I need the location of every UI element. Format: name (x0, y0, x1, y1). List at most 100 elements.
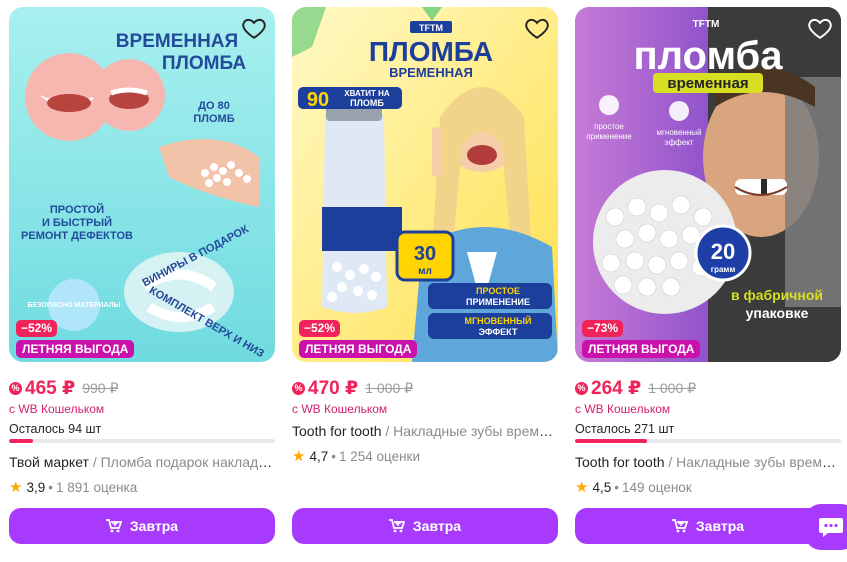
add-to-cart-button[interactable]: Завтра (575, 508, 841, 544)
rating-separator: • (331, 448, 336, 464)
chat-icon (819, 518, 843, 537)
discount-badge: −52% (299, 320, 341, 337)
image-feature-line2: И БЫСТРЫЙ (42, 216, 112, 229)
product-image-art: ВРЕМЕННАЯ ПЛОМБА ДО 80 ПЛОМБ ПРОСТОЙ И Б… (9, 7, 275, 362)
cart-icon (671, 519, 688, 533)
star-icon: ★ (9, 479, 23, 496)
product-category: / Накладные зубы временные (385, 423, 558, 439)
product-card[interactable]: ВРЕМЕННАЯ ПЛОМБА ДО 80 ПЛОМБ ПРОСТОЙ И Б… (9, 7, 275, 562)
brand-name: Твой маркет (9, 454, 89, 470)
chat-button[interactable] (805, 504, 847, 550)
rating-separator: • (48, 479, 53, 495)
rating-value: 4,7 (309, 448, 329, 464)
heart-icon[interactable] (807, 15, 833, 41)
cart-icon (388, 519, 405, 533)
stock-bar-fill (9, 439, 33, 443)
image-pack-line2: упаковке (746, 305, 809, 321)
promo-badge: ЛЕТНЯЯ ВЫГОДА (16, 340, 135, 358)
rating-row: ★ 4,7 • 1 254 оценки (292, 447, 420, 465)
price-row: % 470 ₽ 1 000 ₽ (292, 377, 413, 399)
cart-icon (105, 519, 122, 533)
image-headline: пломба (634, 34, 784, 78)
percent-icon: % (9, 381, 22, 395)
wallet-note: с WB Кошельком (9, 402, 105, 416)
rating-value: 4,5 (592, 479, 612, 495)
product-category: / Накладные зубы временные (668, 454, 841, 470)
percent-icon: % (292, 381, 305, 395)
image-volume-unit: мл (418, 266, 432, 277)
image-headline: ПЛОМБА (369, 36, 493, 67)
image-count-line2: ПЛОМБ (193, 113, 234, 125)
promo-badge: ЛЕТНЯЯ ВЫГОДА (299, 340, 418, 358)
image-headline: ВРЕМЕННАЯ (116, 31, 238, 52)
product-title[interactable]: Tooth for tooth / Накладные зубы временн… (575, 454, 841, 470)
product-title[interactable]: Твой маркет / Пломба подарок накладные (9, 454, 275, 470)
wallet-note: с WB Кошельком (575, 402, 671, 416)
badge-group: −52% ЛЕТНЯЯ ВЫГОДА (16, 319, 135, 358)
product-grid: ВРЕМЕННАЯ ПЛОМБА ДО 80 ПЛОМБ ПРОСТОЙ И Б… (9, 7, 847, 562)
old-price: 990 ₽ (82, 379, 119, 396)
percent-icon: % (575, 381, 588, 395)
price-row: % 264 ₽ 1 000 ₽ (575, 377, 696, 399)
product-image[interactable]: ВРЕМЕННАЯ ПЛОМБА ДО 80 ПЛОМБ ПРОСТОЙ И Б… (9, 7, 275, 362)
brand-name: Tooth for tooth (292, 423, 382, 439)
image-feature1-line2: ПРИМЕНЕНИЕ (466, 297, 530, 307)
promo-badge: ЛЕТНЯЯ ВЫГОДА (582, 340, 701, 358)
discount-badge: −73% (582, 320, 624, 337)
stock-text: Осталось 271 шт (575, 422, 675, 436)
product-image[interactable]: TFTM пломба временная простое применение… (575, 7, 841, 362)
image-pack-line1: в фабричной (731, 287, 823, 303)
old-price: 1 000 ₽ (365, 379, 414, 396)
image-subheadline: ВРЕМЕННАЯ (389, 65, 473, 80)
current-price: 470 ₽ (308, 377, 359, 399)
image-feature-line3: РЕМОНТ ДЕФЕКТОВ (21, 230, 133, 242)
rating-value: 3,9 (26, 479, 46, 495)
reviews-count: 149 оценок (621, 479, 692, 495)
image-count-line1: ДО 80 (198, 100, 230, 112)
image-feature1-line1: простое (594, 122, 624, 131)
stock-bar (575, 439, 841, 443)
image-feature-line1: ПРОСТОЙ (50, 203, 104, 216)
image-feature2-line1: мгновенный (657, 128, 702, 137)
add-to-cart-button[interactable]: Завтра (292, 508, 558, 544)
product-card[interactable]: TFTM пломба временная простое применение… (575, 7, 841, 562)
product-card[interactable]: TFTM ПЛОМБА ВРЕМЕННАЯ 90 ХВАТИТ НА ПЛОМБ… (292, 7, 558, 562)
stock-bar-fill (575, 439, 647, 443)
image-count-line1: ХВАТИТ НА (344, 89, 390, 98)
image-feature2-line2: эффект (665, 138, 694, 147)
badge-group: −73% ЛЕТНЯЯ ВЫГОДА (582, 319, 701, 358)
stock-bar (9, 439, 275, 443)
rating-row: ★ 4,5 • 149 оценок (575, 478, 692, 496)
image-count-line2: ПЛОМБ (350, 98, 384, 108)
star-icon: ★ (575, 479, 589, 496)
image-weight: 20 (711, 239, 735, 264)
product-image[interactable]: TFTM ПЛОМБА ВРЕМЕННАЯ 90 ХВАТИТ НА ПЛОМБ… (292, 7, 558, 362)
brand-name: Tooth for tooth (575, 454, 665, 470)
product-image-art: TFTM ПЛОМБА ВРЕМЕННАЯ 90 ХВАТИТ НА ПЛОМБ… (292, 7, 558, 362)
current-price: 264 ₽ (591, 377, 642, 399)
current-price: 465 ₽ (25, 377, 76, 399)
discount-badge: −52% (16, 320, 58, 337)
star-icon: ★ (292, 448, 306, 465)
image-safe-text: БЕЗОПАСНО МАТЕРИАЛЫ (28, 302, 121, 309)
image-feature1-line1: ПРОСТОЕ (476, 286, 520, 296)
delivery-label: Завтра (129, 518, 179, 534)
badge-group: −52% ЛЕТНЯЯ ВЫГОДА (299, 319, 418, 358)
image-feature2-line1: МГНОВЕННЫЙ (465, 315, 532, 326)
stock-text: Осталось 94 шт (9, 422, 102, 436)
image-headline-2: ПЛОМБА (162, 53, 247, 74)
heart-icon[interactable] (524, 15, 550, 41)
heart-icon[interactable] (241, 15, 267, 41)
add-to-cart-button[interactable]: Завтра (9, 508, 275, 544)
delivery-label: Завтра (695, 518, 745, 534)
product-category: / Пломба подарок накладные (88, 454, 275, 470)
product-title[interactable]: Tooth for tooth / Накладные зубы временн… (292, 423, 558, 439)
image-feature2-line2: ЭФФЕКТ (479, 327, 518, 337)
product-image-art: TFTM пломба временная простое применение… (575, 7, 841, 362)
old-price: 1 000 ₽ (648, 379, 697, 396)
reviews-count: 1 254 оценки (338, 448, 421, 464)
image-logo: TFTM (419, 23, 443, 33)
reviews-count: 1 891 оценка (55, 479, 138, 495)
delivery-label: Завтра (412, 518, 462, 534)
price-row: % 465 ₽ 990 ₽ (9, 377, 118, 399)
